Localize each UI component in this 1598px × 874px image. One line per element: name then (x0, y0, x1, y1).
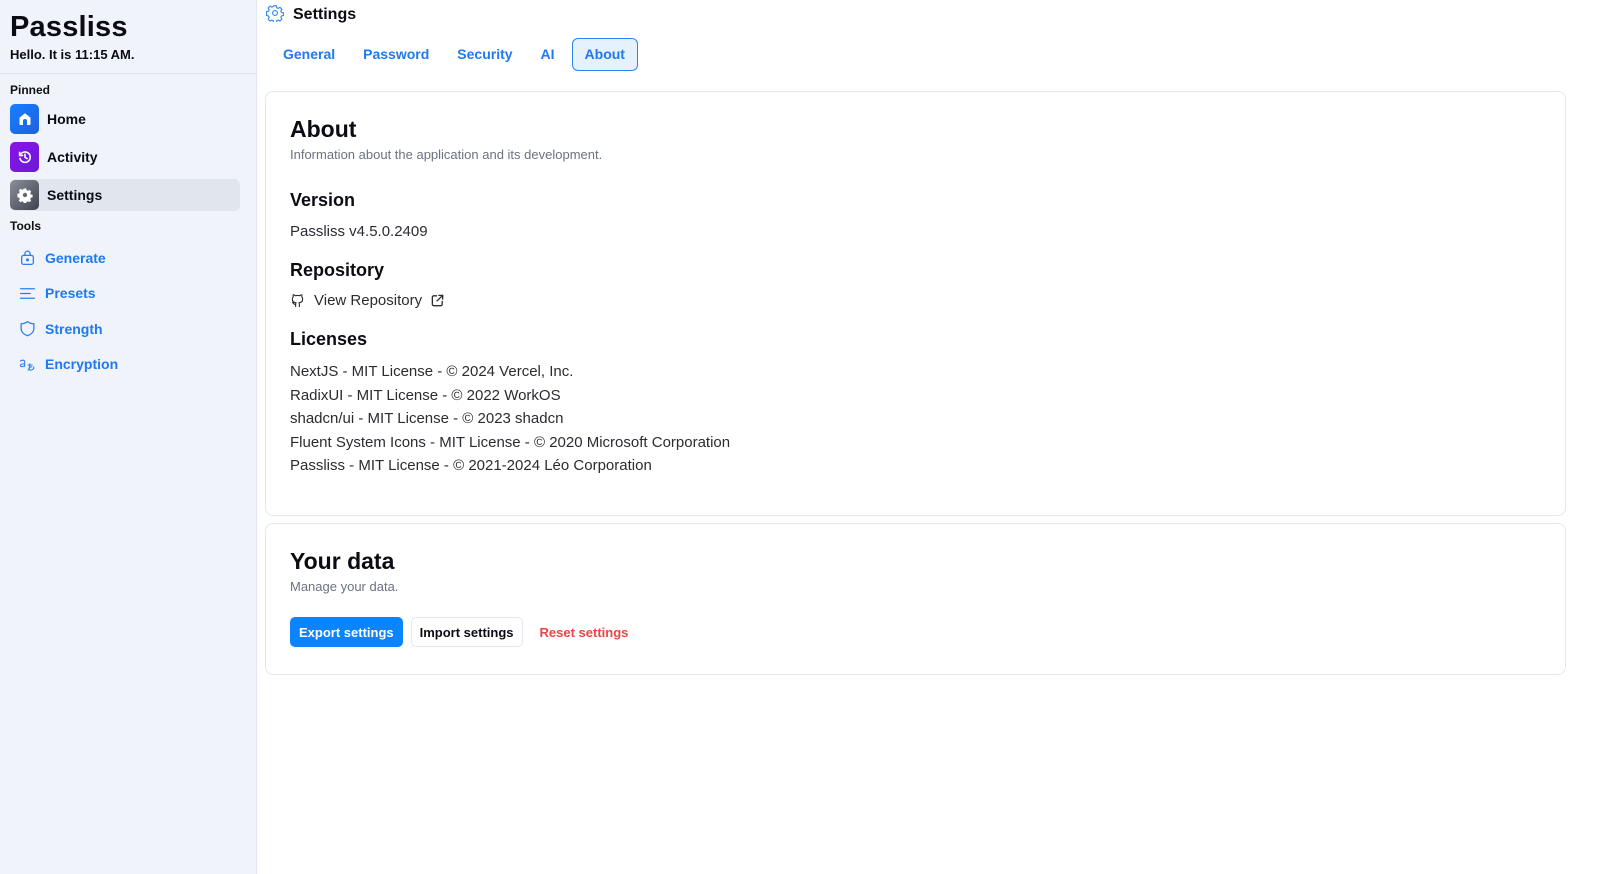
your-data-subtitle: Manage your data. (290, 579, 399, 594)
gear-icon (10, 180, 39, 210)
sidebar-item-label: Presets (45, 285, 96, 302)
greeting-text: Hello. It is 11:15 AM. (10, 47, 135, 62)
page-title: Settings (293, 6, 357, 23)
sidebar-item-label: Strength (45, 320, 103, 337)
lock-icon (18, 249, 36, 267)
text-align-icon (18, 284, 36, 302)
your-data-title: Your data (290, 548, 395, 574)
history-icon (10, 142, 39, 172)
licenses-list: NextJS - MIT License - © 2024 Vercel, In… (290, 360, 1541, 478)
github-icon (291, 294, 304, 308)
sidebar-item-generate[interactable]: Generate (0, 240, 256, 276)
external-link-icon (431, 294, 444, 307)
pinned-label: Pinned (10, 83, 51, 97)
license-item: NextJS - MIT License - © 2024 Vercel, In… (290, 363, 574, 380)
sidebar-item-label: Encryption (45, 356, 119, 373)
import-settings-button[interactable]: Import settings (410, 617, 523, 647)
sidebar-item-settings[interactable]: Settings (10, 179, 240, 211)
export-settings-button[interactable]: Export settings (290, 617, 403, 647)
sidebar-item-label: Home (47, 111, 86, 127)
tab-general[interactable]: General (272, 38, 346, 71)
license-item: shadcn/ui - MIT License - © 2023 shadcn (290, 410, 564, 427)
tab-about[interactable]: About (571, 38, 638, 71)
sidebar-item-label: Generate (45, 249, 106, 266)
pinned-list: Home Activity Settings (0, 103, 256, 211)
repo-link-text: View Repository (314, 292, 423, 309)
sidebar-item-encryption[interactable]: Encryption (0, 347, 256, 383)
your-data-card: Your data Manage your data. Export setti… (265, 523, 1566, 675)
license-item: Fluent System Icons - MIT License - © 20… (290, 433, 731, 451)
app-title: Passliss (10, 11, 128, 43)
license-item: RadixUI - MIT License - © 2022 WorkOS (290, 386, 561, 404)
version-text: Passliss v4.5.0.2409 (290, 223, 428, 240)
view-repository-link[interactable]: View Repository (290, 292, 445, 309)
page-header: Settings (258, 0, 1598, 30)
translate-icon (18, 355, 36, 373)
sidebar-item-home[interactable]: Home (10, 103, 240, 135)
tab-ai[interactable]: AI (530, 38, 566, 71)
repository-heading: Repository (290, 260, 385, 280)
home-icon (10, 104, 39, 134)
sidebar-item-strength[interactable]: Strength (0, 311, 256, 347)
tab-security[interactable]: Security (446, 38, 523, 71)
about-card: About Information about the application … (265, 91, 1566, 516)
about-subtitle: Information about the application and it… (290, 147, 603, 162)
sidebar-item-label: Activity (47, 149, 98, 165)
settings-tabs: General Password Security AI About (258, 38, 1598, 71)
tab-password[interactable]: Password (352, 38, 440, 71)
licenses-heading: Licenses (290, 329, 368, 349)
about-title: About (290, 116, 357, 142)
sidebar-item-activity[interactable]: Activity (10, 141, 240, 173)
main-content: Settings General Password Security AI Ab… (258, 0, 1598, 874)
version-heading: Version (290, 190, 356, 210)
brand: Passliss Hello. It is 11:15 AM. (0, 0, 256, 74)
data-actions: Export settings Import settings Reset se… (290, 617, 1541, 647)
gear-icon (266, 4, 284, 27)
sidebar: Passliss Hello. It is 11:15 AM. Pinned H… (0, 0, 257, 874)
tools-label: Tools (10, 219, 42, 233)
license-item: Passliss - MIT License - © 2021-2024 Léo… (290, 457, 652, 474)
reset-settings-button[interactable]: Reset settings (531, 617, 638, 647)
shield-icon (18, 320, 36, 338)
sidebar-item-presets[interactable]: Presets (0, 276, 256, 312)
tools-list: Generate Presets Strength Encryption (0, 240, 256, 382)
sidebar-item-label: Settings (47, 187, 103, 203)
